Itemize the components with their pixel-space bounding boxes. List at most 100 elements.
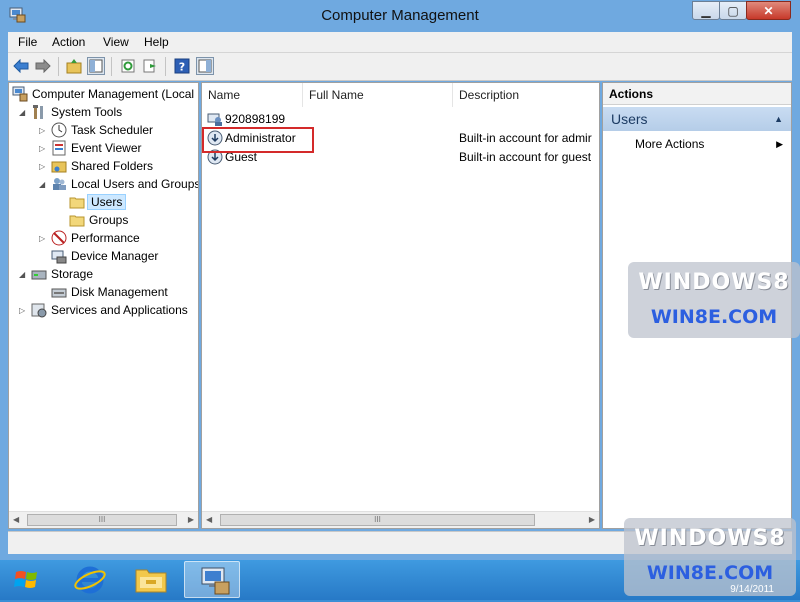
watermark-line1: WINDOWS8 xyxy=(638,270,790,295)
file-explorer-icon xyxy=(135,569,167,593)
menu-file[interactable]: File xyxy=(18,35,37,49)
clock-icon xyxy=(51,122,67,138)
collapse-up-icon[interactable]: ▲ xyxy=(774,107,783,131)
svg-text:?: ? xyxy=(179,61,185,74)
tree-item-disk-management[interactable]: Disk Management xyxy=(51,283,168,301)
export-icon xyxy=(143,59,156,73)
expand-arrow-icon[interactable]: ▷ xyxy=(19,306,25,315)
console-tree-pane: Computer Management (Local ◢ System Tool… xyxy=(8,82,199,529)
collapse-arrow-icon[interactable]: ◢ xyxy=(19,270,25,279)
tree-item-shared-folders[interactable]: Shared Folders xyxy=(51,157,153,175)
tree-item-groups[interactable]: Groups xyxy=(69,211,128,229)
tree-label: Disk Management xyxy=(71,285,168,299)
tree-item-storage[interactable]: Storage xyxy=(31,265,93,283)
up-folder-button[interactable] xyxy=(65,57,83,75)
collapse-arrow-icon[interactable]: ◢ xyxy=(19,108,25,117)
refresh-icon xyxy=(121,59,135,73)
tree-item-task-scheduler[interactable]: Task Scheduler xyxy=(51,121,153,139)
scroll-thumb[interactable]: III xyxy=(27,514,177,526)
scroll-right-icon[interactable]: ▶ xyxy=(188,515,194,524)
taskbar-file-explorer[interactable] xyxy=(123,561,179,598)
taskbar-internet-explorer[interactable] xyxy=(62,561,118,598)
tree-label: Performance xyxy=(71,231,140,245)
maximize-icon: ▢ xyxy=(727,3,739,18)
storage-icon xyxy=(31,270,47,280)
watermark-line2: WIN8E.COM xyxy=(650,306,778,328)
folder-icon xyxy=(69,197,85,209)
computer-management-icon xyxy=(12,86,28,102)
services-icon xyxy=(31,303,47,318)
tree-label: Computer Management (Local xyxy=(32,87,195,101)
forward-arrow-icon xyxy=(35,59,51,73)
console-tree-icon xyxy=(89,59,103,73)
more-actions-item[interactable]: More Actions xyxy=(635,137,704,151)
back-button[interactable] xyxy=(12,57,30,75)
menu-help[interactable]: Help xyxy=(144,35,169,49)
actions-section-users[interactable]: Users ▲ xyxy=(603,107,791,131)
tree-horizontal-scrollbar[interactable]: ◀ III ▶ xyxy=(9,511,198,528)
minimize-icon: ▁ xyxy=(701,3,711,18)
export-list-button[interactable] xyxy=(141,57,159,75)
folder-icon xyxy=(69,215,85,227)
expand-arrow-icon[interactable]: ▷ xyxy=(39,144,45,153)
tree-item-device-manager[interactable]: Device Manager xyxy=(51,247,158,265)
scroll-left-icon[interactable]: ◀ xyxy=(206,515,212,524)
help-icon: ? xyxy=(174,58,190,74)
help-button[interactable]: ? xyxy=(173,57,191,75)
user-description: Built-in account for admir xyxy=(459,131,592,145)
list-horizontal-scrollbar[interactable]: ◀ III ▶ xyxy=(202,511,599,528)
tree-item-computer-management[interactable]: Computer Management (Local xyxy=(12,85,194,103)
expand-arrow-icon[interactable]: ▷ xyxy=(39,126,45,135)
performance-icon xyxy=(51,230,67,246)
windows-logo-icon xyxy=(14,571,37,588)
close-icon: ✕ xyxy=(763,3,774,18)
toolbar: ? xyxy=(8,53,792,81)
toolbar-separator xyxy=(58,57,59,76)
tree-item-performance[interactable]: Performance xyxy=(51,229,140,247)
menu-view[interactable]: View xyxy=(103,35,129,49)
maximize-button[interactable]: ▢ xyxy=(719,1,747,20)
tree-item-system-tools[interactable]: System Tools xyxy=(31,103,122,121)
column-header-full-name[interactable]: Full Name xyxy=(303,83,453,107)
actions-header: Actions xyxy=(603,83,791,105)
show-hide-action-pane-button[interactable] xyxy=(196,57,214,75)
column-header-description[interactable]: Description xyxy=(453,83,599,107)
scroll-left-icon[interactable]: ◀ xyxy=(13,515,19,524)
tree-label: Local Users and Groups xyxy=(71,177,199,191)
computer-management-icon xyxy=(201,567,230,595)
expand-arrow-icon[interactable]: ▷ xyxy=(39,162,45,171)
tree-item-event-viewer[interactable]: Event Viewer xyxy=(51,139,141,157)
taskbar-computer-management[interactable] xyxy=(184,561,240,598)
tree-item-local-users-groups[interactable]: Local Users and Groups xyxy=(51,175,199,193)
watermark-logo: WINDOWS8 WIN8E.COM xyxy=(628,262,800,338)
tree-label: Task Scheduler xyxy=(71,123,154,137)
submenu-arrow-icon[interactable]: ▶ xyxy=(776,139,783,150)
collapse-arrow-icon[interactable]: ◢ xyxy=(39,180,45,189)
event-viewer-icon xyxy=(52,140,66,156)
disk-management-icon xyxy=(51,288,67,298)
table-row[interactable]: 920898199 xyxy=(202,110,599,128)
close-button[interactable]: ✕ xyxy=(746,1,791,20)
system-tools-icon xyxy=(33,105,43,119)
menu-action[interactable]: Action xyxy=(52,35,85,49)
expand-arrow-icon[interactable]: ▷ xyxy=(39,234,45,243)
window-title: Computer Management xyxy=(321,7,479,24)
scroll-thumb[interactable]: III xyxy=(220,514,535,526)
back-arrow-icon xyxy=(13,59,29,73)
title-bar[interactable]: Computer Management ▁ ▢ ✕ xyxy=(0,0,800,32)
tree-label: Event Viewer xyxy=(71,141,142,155)
administrator-highlight-box xyxy=(202,127,314,153)
tree-item-users[interactable]: Users xyxy=(69,193,127,211)
forward-button[interactable] xyxy=(34,57,52,75)
tree-label: Shared Folders xyxy=(71,159,154,173)
minimize-button[interactable]: ▁ xyxy=(692,1,720,20)
show-hide-console-tree-button[interactable] xyxy=(87,57,105,75)
start-button[interactable] xyxy=(6,563,50,597)
scroll-right-icon[interactable]: ▶ xyxy=(589,515,595,524)
internet-explorer-icon xyxy=(74,566,106,594)
column-header-name[interactable]: Name xyxy=(202,83,303,107)
shared-folder-icon xyxy=(51,161,67,173)
up-folder-icon xyxy=(66,59,82,74)
refresh-button[interactable] xyxy=(119,57,137,75)
tree-item-services-applications[interactable]: Services and Applications xyxy=(31,301,188,319)
